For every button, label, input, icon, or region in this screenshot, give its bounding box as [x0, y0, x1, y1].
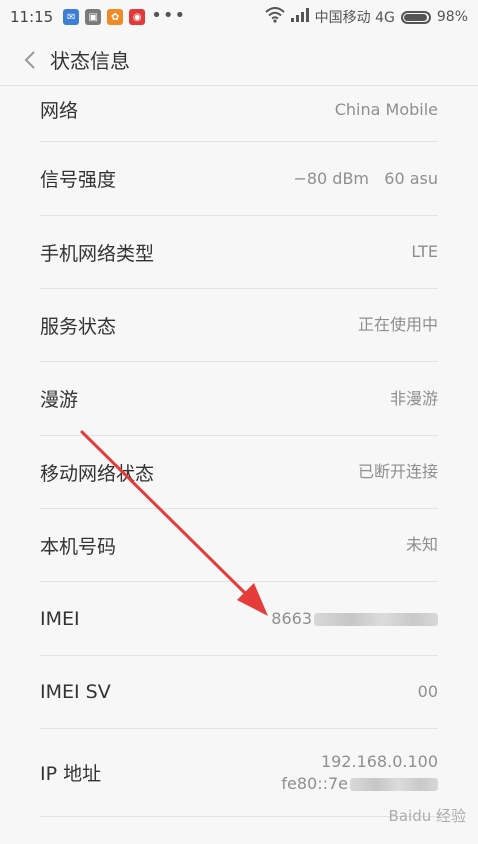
row-label: IMEI: [40, 607, 80, 630]
battery-icon: [400, 10, 431, 24]
list-item-network: 网络 China Mobile: [40, 86, 438, 142]
row-value: 已断开连接: [357, 462, 438, 481]
list-item-signal-strength: 信号强度 −80 dBm 60 asu: [40, 142, 438, 216]
app-notification-icon: ◉: [129, 9, 146, 25]
redacted-blur: [350, 777, 438, 791]
title-bar: 状态信息: [0, 34, 478, 86]
row-label: 本机号码: [40, 535, 117, 558]
row-label: 手机网络类型: [40, 242, 155, 265]
list-item-imei-sv: IMEI SV 00: [40, 656, 438, 729]
more-notifications-icon: •••: [151, 4, 187, 26]
list-item-imei: IMEI 8663: [40, 582, 438, 656]
row-label: 网络: [40, 100, 79, 122]
row-value: 00: [417, 682, 438, 701]
redacted-blur: [314, 612, 438, 626]
row-value: 非漫游: [389, 388, 438, 408]
app-notification-icon: ✉: [63, 9, 80, 25]
battery-percent: 98%: [436, 9, 468, 25]
row-label: 移动网络状态: [40, 462, 155, 485]
row-value: 未知: [405, 535, 438, 554]
row-value: 8663: [271, 608, 438, 630]
status-info-list: 网络 China Mobile 信号强度 −80 dBm 60 asu 手机网络…: [0, 86, 478, 817]
row-value: −80 dBm 60 asu: [293, 168, 438, 188]
list-item-ip-address: IP 地址 192.168.0.100 fe80::7e: [40, 729, 438, 817]
ip-v6-visible: fe80::7e: [281, 773, 348, 793]
watermark: Baidu 经验: [388, 807, 466, 825]
signal-icon: [290, 8, 309, 26]
row-label: 信号强度: [40, 169, 117, 191]
list-item-phone-number: 本机号码 未知: [40, 509, 438, 582]
ip-v6-value: fe80::7e: [281, 773, 438, 795]
row-value: China Mobile: [334, 99, 438, 119]
battery-fill: [403, 13, 428, 21]
app-notification-icon: ▣: [85, 9, 102, 25]
carrier-label: 中国移动 4G: [314, 10, 395, 26]
row-value: 正在使用中: [357, 315, 438, 334]
imei-visible-digits: 8663: [271, 608, 312, 628]
list-item-mobile-network-state: 移动网络状态 已断开连接: [40, 436, 438, 509]
row-label: IMEI SV: [40, 681, 111, 703]
status-time: 11:15: [10, 8, 54, 26]
ip-v4-value: 192.168.0.100: [320, 751, 438, 771]
row-label: 漫游: [40, 389, 79, 411]
page-title: 状态信息: [50, 49, 130, 73]
chevron-left-icon: [24, 50, 35, 69]
wifi-icon: [264, 7, 285, 27]
list-item-service-state: 服务状态 正在使用中: [40, 289, 438, 362]
row-value: LTE: [411, 242, 438, 261]
app-notification-icon: ✿: [107, 9, 124, 25]
status-bar: 11:15 ✉ ▣ ✿ ◉ ••• 中国移动 4G 98%: [0, 0, 478, 34]
row-label: 服务状态: [40, 315, 117, 338]
list-item-roaming: 漫游 非漫游: [40, 362, 438, 436]
row-label: IP 地址: [40, 763, 102, 785]
row-value: 192.168.0.100 fe80::7e: [281, 751, 438, 795]
list-item-network-type: 手机网络类型 LTE: [40, 216, 438, 289]
back-button[interactable]: [10, 34, 50, 86]
